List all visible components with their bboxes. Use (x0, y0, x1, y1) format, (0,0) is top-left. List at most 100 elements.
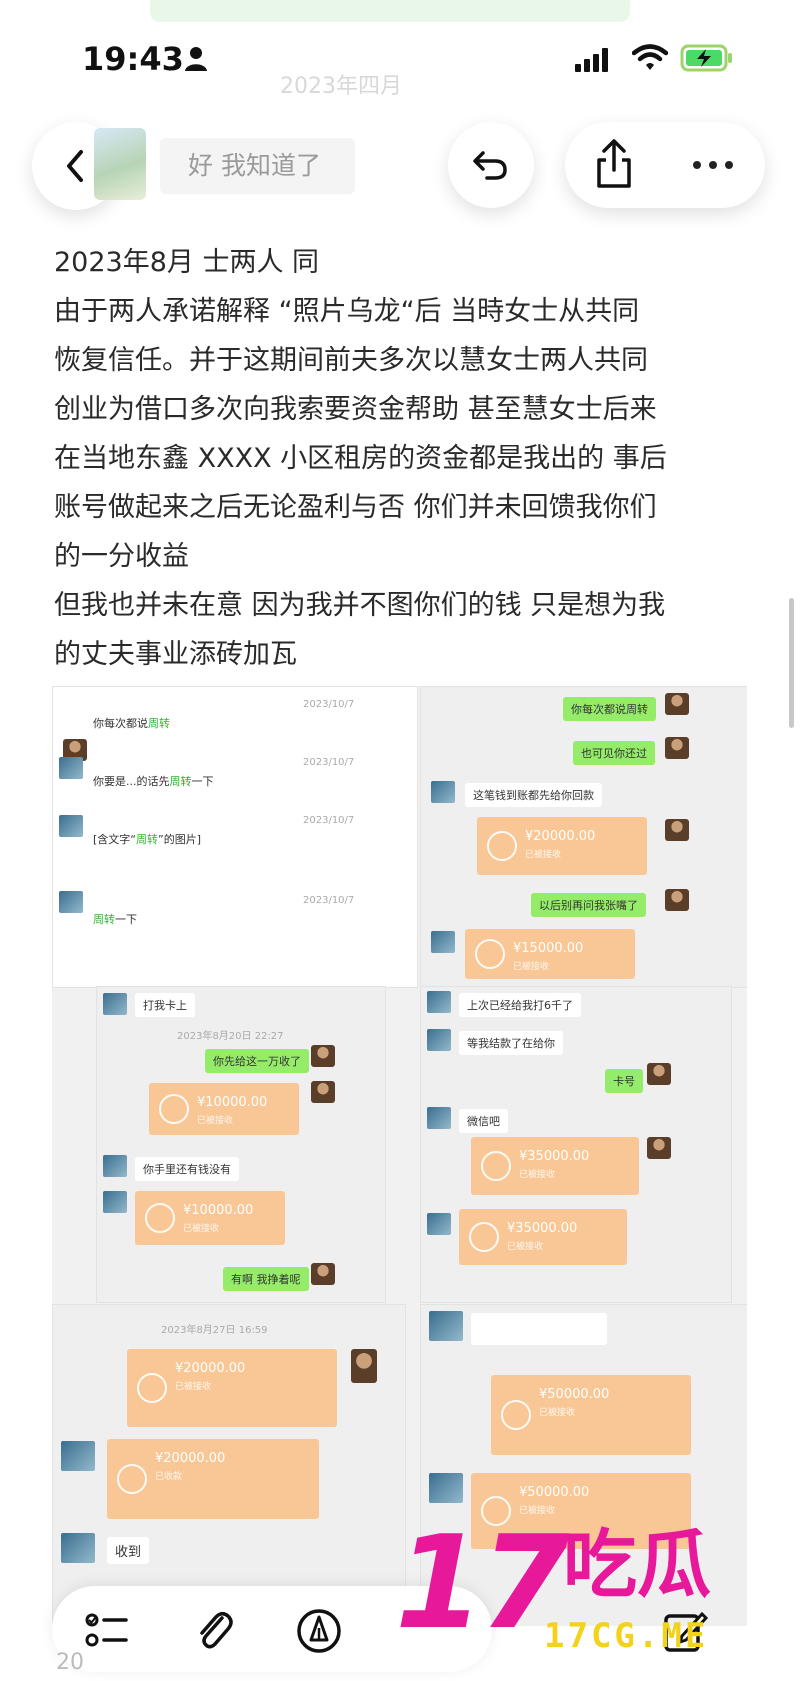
avatar (311, 1081, 335, 1103)
transfer-status: 已被接收 (539, 1408, 576, 1418)
body-line: 的一分收益 (54, 541, 189, 572)
message: 周转一下 (93, 913, 137, 926)
transfer-card: ¥10000.00 已被接收 (149, 1083, 299, 1135)
signal-icon (575, 48, 608, 72)
avatar (427, 991, 451, 1013)
avatar (429, 1473, 463, 1503)
body-line: 由于两人承诺解释 “照片乌龙“后 当時女士从共同 (54, 296, 640, 327)
transfer-card: ¥10000.00 已被接收 (135, 1191, 285, 1245)
timestamp: 2023/10/7 (303, 815, 355, 826)
battery-icon (680, 44, 732, 72)
status-time: 19:43 (82, 40, 184, 78)
check-circle-icon (475, 939, 505, 969)
avatar (427, 1029, 451, 1051)
avatar (431, 781, 455, 803)
message: 你要是...的话先周转一下 (93, 775, 214, 788)
share-icon[interactable] (587, 138, 641, 194)
avatar (311, 1045, 335, 1067)
avatar (59, 815, 83, 837)
message-bubble: 以后别再问我张嘴了 (531, 893, 646, 917)
avatar (103, 1155, 127, 1177)
transfer-amount: ¥20000.00 (155, 1451, 226, 1466)
avatar (59, 891, 83, 913)
wifi-icon (632, 44, 668, 70)
transfer-card: ¥35000.00 已被接收 (471, 1137, 639, 1195)
message-bubble: 你手里还有钱没有 (135, 1157, 239, 1181)
body-line: 但我也并未在意 因为我并不图你们的钱 只是想为我 (54, 590, 666, 621)
faint-header-text: 2023年四月 (280, 74, 402, 99)
avatar (103, 993, 127, 1015)
message: [含文字“周转”的图片] (93, 833, 201, 846)
transfer-amount: ¥35000.00 (507, 1221, 578, 1236)
check-circle-icon (137, 1373, 167, 1403)
avatar (61, 1441, 95, 1471)
transfer-amount: ¥15000.00 (513, 941, 584, 956)
timestamp: 2023/10/7 (303, 757, 355, 768)
transfer-status: 已被接收 (507, 1242, 544, 1252)
transfer-card: ¥20000.00 已被接收 (127, 1349, 337, 1427)
body-line: 恢复信任。并于这期间前夫多次以慧女士两人共同 (54, 345, 648, 376)
avatar (351, 1349, 377, 1383)
transfer-card: ¥20000.00 已收款 (107, 1439, 319, 1519)
transfer-status: 已被接收 (525, 850, 562, 860)
body-line: 创业为借口多次向我索要资金帮助 甚至慧女士后来 (54, 394, 657, 425)
more-button[interactable] (683, 150, 743, 180)
note-body[interactable]: 2023年8月 士两人 同 由于两人承诺解释 “照片乌龙“后 当時女士从共同 恢… (54, 238, 754, 679)
paperclip-icon[interactable] (192, 1608, 238, 1654)
transfer-amount: ¥10000.00 (183, 1203, 254, 1218)
check-circle-icon (469, 1222, 499, 1252)
actions-pill (565, 122, 765, 208)
check-circle-icon (117, 1464, 147, 1494)
transfer-amount: ¥50000.00 (539, 1387, 610, 1402)
transfer-amount: ¥20000.00 (175, 1361, 246, 1376)
body-line: 的丈夫事业添砖加瓦 (54, 639, 297, 670)
note-title[interactable]: 好 我知道了 (160, 138, 355, 194)
body-line: 在当地东鑫 XXXX 小区租房的资金都是我出的 事后 (54, 443, 667, 474)
avatar (665, 889, 689, 911)
undo-icon (473, 151, 507, 180)
message-bubble: 等我结款了在给你 (459, 1031, 563, 1055)
transfer-amount: ¥10000.00 (197, 1095, 268, 1110)
watermark-chars: 吃瓜 (563, 1522, 711, 1608)
message-bubble: 微信吧 (459, 1109, 508, 1133)
pen-markup-icon[interactable] (296, 1608, 342, 1654)
watermark-number: 17 (395, 1509, 569, 1658)
transfer-status: 已被接收 (175, 1382, 212, 1392)
avatar (311, 1263, 335, 1285)
message-bubble: 你每次都说周转 (563, 697, 656, 721)
transfer-amount: ¥35000.00 (519, 1149, 590, 1164)
message-bubble: 也可见你还过 (573, 741, 655, 765)
check-circle-icon (501, 1400, 531, 1430)
avatar (103, 1191, 127, 1213)
transfer-amount: ¥50000.00 (519, 1485, 590, 1500)
avatar (429, 1311, 463, 1341)
note-thumbnail[interactable] (94, 128, 146, 200)
message-bubble: 有啊 我挣着呢 (223, 1267, 309, 1291)
check-circle-icon (487, 831, 517, 861)
transfer-card: ¥35000.00 已被接收 (459, 1209, 627, 1265)
message-bubble: 你先给这一万收了 (205, 1049, 309, 1073)
chat-screenshot-collage[interactable]: 2023/10/7 你每次都说周转 2023/10/7 你要是...的话先周转一… (52, 686, 747, 1626)
timestamp: 2023年8月27日 16:59 (161, 1325, 268, 1336)
check-circle-icon (481, 1151, 511, 1181)
chat-panel-2: 你每次都说周转 也可见你还过 这笔钱到账都先给你回款 ¥20000.00 已被接… (420, 686, 747, 988)
avatar (61, 1533, 95, 1563)
watermark-url: 17CG.ME (544, 1616, 709, 1656)
avatar (665, 693, 689, 715)
transfer-status: 已被接收 (513, 962, 550, 972)
avatar (647, 1137, 671, 1159)
message-bubble: 上次已经给我打6千了 (459, 993, 581, 1017)
dot (709, 161, 717, 169)
undo-button[interactable] (448, 122, 534, 208)
message-bubble: 这笔钱到账都先给你回款 (465, 783, 602, 807)
dot (693, 161, 701, 169)
checklist-icon[interactable] (84, 1608, 130, 1654)
transfer-status: 已收款 (155, 1472, 183, 1482)
dot (725, 161, 733, 169)
body-line: 账号做起来之后无论盈利与否 你们并未回馈我你们 (54, 492, 657, 523)
check-circle-icon (159, 1094, 189, 1124)
avatar (665, 737, 689, 759)
scrollbar[interactable] (789, 598, 794, 728)
transfer-amount: ¥20000.00 (525, 829, 596, 844)
body-line: 2023年8月 士两人 同 (54, 247, 320, 278)
